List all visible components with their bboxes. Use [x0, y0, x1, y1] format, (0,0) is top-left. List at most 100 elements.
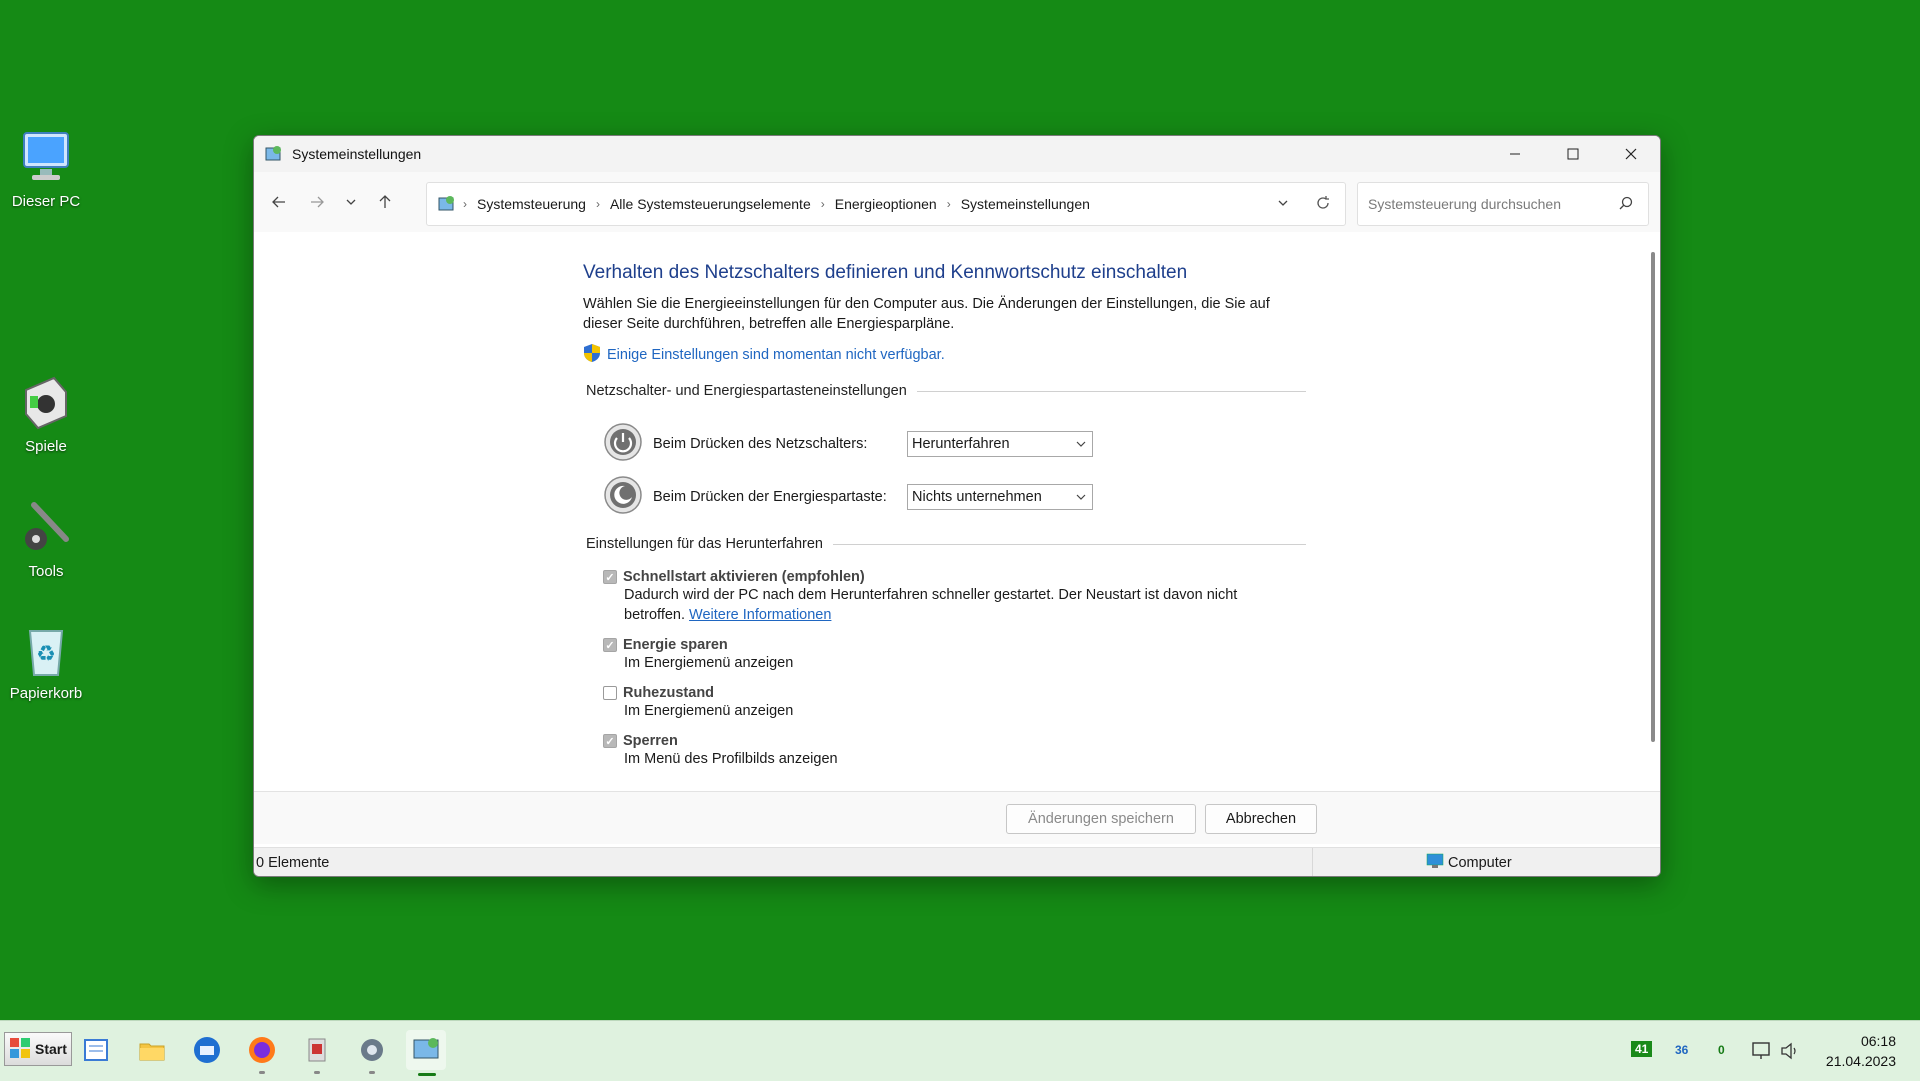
taskbar-thunderbird[interactable] [189, 1032, 225, 1068]
desktop-icon-recycle-bin[interactable]: ♻ Papierkorb [6, 617, 86, 702]
gear-icon [361, 1039, 383, 1061]
close-button[interactable] [1602, 136, 1660, 172]
uac-shield-icon [583, 343, 601, 367]
breadcrumb-systemsteuerung[interactable]: Systemsteuerung [477, 196, 586, 212]
desktop-icon-label: Dieser PC [11, 193, 81, 210]
chevron-right-icon: › [946, 197, 951, 211]
close-icon [1625, 148, 1637, 160]
buttons-group-label: Netzschalter- und Energiespartasteneinst… [586, 383, 907, 399]
breadcrumb-all-items[interactable]: Alle Systemsteuerungselemente [610, 196, 811, 212]
chevron-down-icon [346, 199, 356, 205]
arrow-left-icon [272, 196, 285, 208]
up-button[interactable] [366, 183, 404, 221]
control-panel-icon [413, 1038, 439, 1059]
fast-startup-description: Dadurch wird der PC nach dem Herunterfah… [624, 585, 1284, 625]
sleep-button-value: Nichts unternehmen [912, 489, 1042, 505]
tray-cpu-indicator[interactable]: 41 [1631, 1041, 1653, 1057]
lock-title: Sperren [623, 733, 678, 749]
items-count: 0 Elemente [256, 854, 330, 871]
svg-text:♻: ♻ [36, 642, 56, 667]
window-title: Systemeinstellungen [292, 146, 422, 162]
forward-button[interactable] [298, 183, 336, 221]
taskbar-settings[interactable] [354, 1032, 390, 1074]
control-panel-icon [437, 194, 457, 214]
desktop-icon-tools[interactable]: Tools [6, 495, 86, 580]
desktop-icon-games[interactable]: Spiele [6, 370, 86, 455]
desktop-icon-this-pc[interactable]: Dieser PC [6, 125, 86, 210]
taskbar-control-panel[interactable] [406, 1030, 446, 1076]
hibernate-description: Im Energiemenü anzeigen [624, 703, 794, 719]
page-description: Wählen Sie die Energieeinstellungen für … [583, 296, 1270, 332]
notepad-icon [84, 1039, 108, 1061]
start-button[interactable]: Start [4, 1032, 72, 1066]
taskbar-archiver[interactable] [299, 1032, 335, 1074]
clock-time: 06:18 [1860, 1033, 1896, 1049]
maximize-icon [1567, 148, 1579, 160]
fast-startup-checkbox[interactable]: ✓ [603, 570, 617, 584]
navigation-bar: › Systemsteuerung › Alle Systemsteuerung… [254, 172, 1660, 232]
unavailable-settings-link[interactable]: Einige Einstellungen sind momentan nicht… [583, 343, 945, 367]
fast-startup-title: Schnellstart aktivieren (empfohlen) [623, 569, 865, 585]
hibernate-title: Ruhezustand [623, 685, 715, 701]
address-bar[interactable]: › Systemsteuerung › Alle Systemsteuerung… [426, 182, 1346, 226]
power-icon [603, 422, 643, 466]
computer-icon [1426, 853, 1444, 873]
desktop-icon-label: Papierkorb [9, 685, 83, 702]
option-hibernate: Ruhezustand Im Energiemenü anzeigen [603, 685, 793, 721]
refresh-button[interactable] [1315, 195, 1331, 215]
archive-icon [308, 1038, 326, 1062]
lock-checkbox[interactable]: ✓ [603, 734, 617, 748]
save-changes-button[interactable]: Änderungen speichern [1006, 804, 1196, 834]
clock-date: 21.04.2023 [1825, 1053, 1896, 1069]
chevron-down-icon [1076, 494, 1086, 500]
chevron-right-icon: › [463, 197, 467, 211]
more-info-link[interactable]: Weitere Informationen [689, 607, 831, 623]
mail-client-icon [194, 1037, 220, 1063]
maximize-button[interactable] [1544, 136, 1602, 172]
system-clock[interactable]: 06:18 21.04.2023 [1826, 1031, 1896, 1071]
sleep-button-dropdown[interactable]: Nichts unternehmen [907, 484, 1093, 510]
refresh-icon [1317, 196, 1329, 209]
recent-locations-button[interactable] [336, 183, 366, 221]
cancel-button[interactable]: Abbrechen [1205, 804, 1317, 834]
search-icon[interactable] [1618, 195, 1634, 215]
taskbar-file-explorer[interactable] [134, 1032, 170, 1068]
search-box[interactable] [1357, 182, 1649, 226]
energy-saving-description: Im Energiemenü anzeigen [624, 655, 794, 671]
breadcrumb-system-settings[interactable]: Systemeinstellungen [961, 196, 1090, 212]
desktop-icon-label: Tools [28, 563, 64, 580]
folder-icon [139, 1043, 165, 1061]
scrollbar-thumb[interactable] [1651, 252, 1655, 742]
volume-icon[interactable] [1779, 1041, 1801, 1065]
sleep-button-label: Beim Drücken der Energiespartaste: [653, 489, 887, 505]
vertical-scrollbar[interactable] [1650, 240, 1656, 780]
breadcrumb-power-options[interactable]: Energieoptionen [835, 196, 937, 212]
unavailable-settings-label[interactable]: Einige Einstellungen sind momentan nicht… [607, 347, 945, 363]
hibernate-checkbox[interactable] [603, 686, 617, 700]
lock-description: Im Menü des Profilbilds anzeigen [624, 751, 838, 767]
power-button-dropdown[interactable]: Herunterfahren [907, 431, 1093, 457]
minimize-button[interactable] [1486, 136, 1544, 172]
power-button-row: Beim Drücken des Netzschalters: Herunter… [603, 422, 1093, 466]
buttons-group-title: Netzschalter- und Energiespartasteneinst… [586, 383, 1306, 399]
taskbar-notes[interactable] [78, 1032, 114, 1068]
title-bar[interactable]: Systemeinstellungen [254, 136, 1660, 172]
power-button-label: Beim Drücken des Netzschalters: [653, 436, 868, 452]
tools-icon [14, 495, 78, 559]
page-title: Verhalten des Netzschalters definieren u… [583, 262, 1188, 283]
computer-icon [14, 125, 78, 189]
chevron-right-icon: › [820, 197, 825, 211]
tray-indicator[interactable]: 0 [1718, 1043, 1725, 1057]
arrow-up-icon [379, 195, 391, 208]
search-input[interactable] [1366, 195, 1610, 213]
status-location: Computer [1448, 854, 1512, 871]
games-icon [14, 370, 78, 434]
network-icon[interactable] [1751, 1041, 1773, 1065]
firefox-icon [249, 1037, 275, 1063]
taskbar-firefox[interactable] [244, 1032, 280, 1074]
address-dropdown-button[interactable] [1277, 196, 1289, 213]
tray-temperature[interactable]: 36 [1675, 1043, 1688, 1057]
back-button[interactable] [260, 183, 298, 221]
energy-saving-checkbox[interactable]: ✓ [603, 638, 617, 652]
recycle-bin-icon: ♻ [14, 617, 78, 681]
